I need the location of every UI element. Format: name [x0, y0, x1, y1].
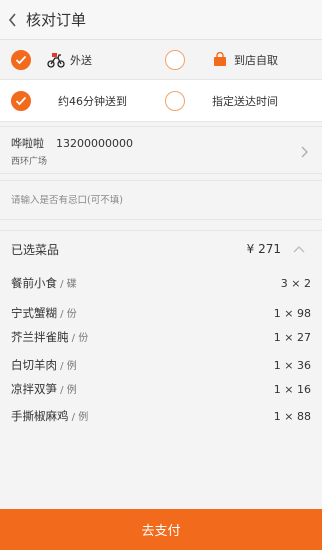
dish-qty: 1 × 88: [273, 409, 311, 423]
dish-item: 芥兰拌雀肫 / 份 1 × 27: [11, 325, 311, 349]
dish-unit: / 份: [68, 333, 89, 344]
order-total: ¥ 271: [246, 242, 281, 256]
dish-qty: 1 × 16: [273, 382, 311, 396]
selected-dishes-section: 已选菜品 ¥ 271 餐前小食 / 碟 3 × 2 宁式蟹糊 / 份 1 × 9…: [0, 230, 322, 428]
dish-name: 白切羊肉: [11, 358, 57, 372]
dish-name: 芥兰拌雀肫: [11, 330, 69, 344]
address-card[interactable]: 哗啦啦 13200000000 西环广场: [0, 126, 322, 174]
pickup-radio[interactable]: [165, 49, 185, 70]
back-arrow-icon[interactable]: [8, 10, 22, 30]
dishes-header[interactable]: 已选菜品 ¥ 271: [11, 231, 311, 267]
dish-qty: 1 × 27: [273, 330, 311, 344]
asap-radio[interactable]: [11, 90, 31, 111]
contact-line: 哗啦啦 13200000000: [11, 135, 311, 151]
dish-item: 白切羊肉 / 例 1 × 36: [11, 353, 311, 377]
contact-name: 哗啦啦: [11, 137, 44, 150]
dish-item: 手撕椒麻鸡 / 例 1 × 88: [11, 404, 311, 428]
dish-name: 手撕椒麻鸡: [11, 409, 69, 423]
dish-item: 宁式蟹糊 / 份 1 × 98: [11, 301, 311, 325]
scheduled-option[interactable]: 指定送达时间: [165, 80, 322, 121]
dish-name: 餐前小食: [11, 276, 57, 290]
chevron-right-icon: [301, 143, 308, 162]
remark-input[interactable]: [11, 194, 301, 206]
dish-unit: / 例: [68, 412, 89, 423]
page-title: 核对订单: [26, 11, 87, 29]
scheduled-radio[interactable]: [165, 90, 185, 111]
dish-unit: / 碟: [57, 279, 77, 290]
takeout-label: 外送: [70, 53, 92, 67]
remark-field: [0, 180, 322, 220]
dish-qty: 1 × 98: [273, 306, 311, 320]
chevron-up-icon[interactable]: [293, 245, 305, 253]
pay-button[interactable]: 去支付: [0, 509, 322, 550]
takeout-option[interactable]: 外送: [0, 40, 165, 79]
dish-item: 凉拌双笋 / 例 1 × 16: [11, 377, 311, 401]
dish-item: 餐前小食 / 碟 3 × 2: [11, 271, 311, 295]
asap-label: 约46分钟送到: [58, 94, 127, 108]
pickup-option[interactable]: 到店自取: [165, 40, 322, 79]
dish-qty: 3 × 2: [280, 276, 311, 290]
top-bar: 核对订单: [0, 0, 322, 40]
dish-qty: 1 × 36: [273, 358, 311, 372]
delivery-method-row: 外送 到店自取: [0, 40, 322, 80]
contact-phone: 13200000000: [56, 137, 133, 150]
dish-unit: / 份: [57, 309, 77, 320]
shopping-bag-icon: [213, 52, 227, 67]
takeout-radio[interactable]: [11, 49, 31, 70]
dish-name: 宁式蟹糊: [11, 306, 57, 320]
address-location: 西环广场: [11, 157, 48, 167]
dish-name: 凉拌双笋: [11, 382, 57, 396]
scheduled-label: 指定送达时间: [212, 94, 278, 108]
dish-unit: / 例: [57, 385, 77, 396]
dish-unit: / 例: [57, 361, 77, 372]
asap-option[interactable]: 约46分钟送到: [0, 80, 165, 121]
dishes-title: 已选菜品: [11, 242, 60, 257]
delivery-time-row: 约46分钟送到 指定送达时间: [0, 80, 322, 122]
scooter-icon: [47, 52, 65, 68]
pickup-label: 到店自取: [234, 53, 278, 67]
